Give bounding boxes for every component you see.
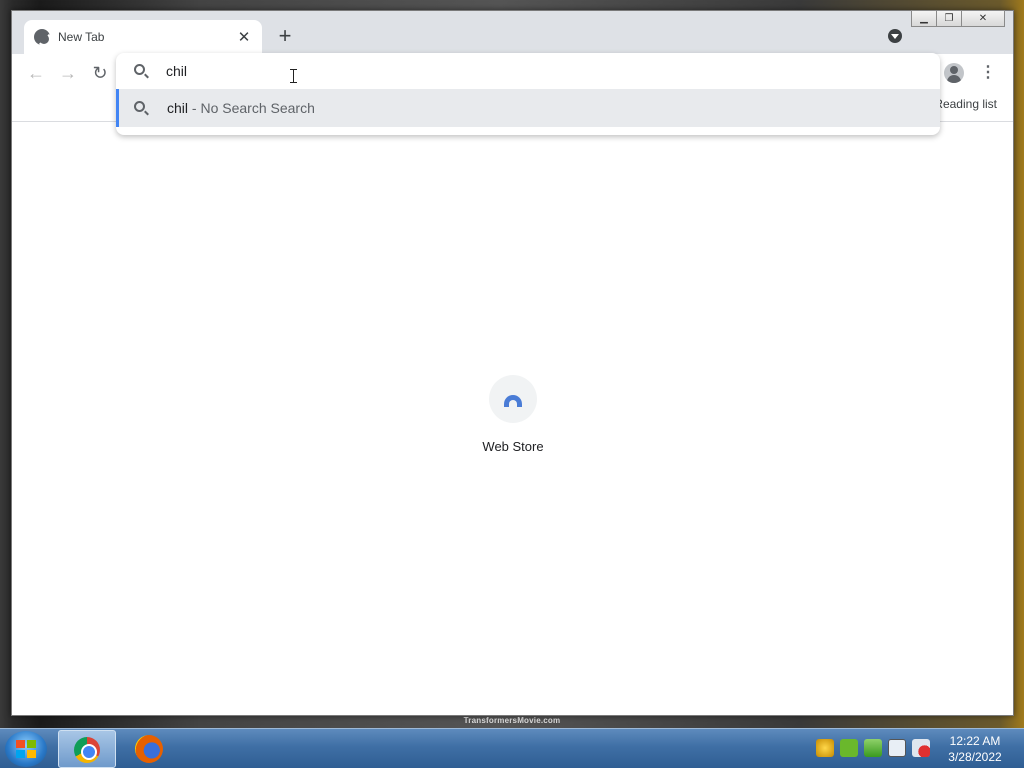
clock-time: 12:22 AM	[949, 734, 1001, 748]
omnibox-dropdown: chil - No Search Search	[116, 53, 940, 135]
security-icon[interactable]	[864, 739, 882, 757]
shortcut-label: Web Store	[482, 439, 544, 454]
web-store-icon	[504, 395, 522, 407]
omnibox-suggestion[interactable]: chil - No Search Search	[116, 89, 940, 127]
tab-new-tab[interactable]: New Tab ✕	[24, 20, 262, 54]
tab-search-icon[interactable]	[888, 29, 902, 43]
shortcut-tile	[489, 375, 537, 423]
shortcut-web-store[interactable]: Web Store	[472, 375, 554, 454]
maximize-button[interactable]: ❐	[936, 10, 962, 27]
windows-logo-icon	[16, 740, 36, 758]
volume-muted-icon[interactable]	[912, 739, 930, 757]
window-controls: ▁ ❐ ✕	[911, 10, 1005, 27]
forward-icon[interactable]: →	[56, 62, 80, 84]
taskbar: 12:22 AM 3/28/2022	[0, 728, 1024, 768]
globe-icon	[34, 29, 51, 46]
new-tab-button[interactable]: +	[273, 25, 297, 49]
network-icon[interactable]	[888, 739, 906, 757]
address-bar-input[interactable]	[166, 61, 866, 81]
clock-date: 3/28/2022	[948, 750, 1002, 764]
tab-close-icon[interactable]: ✕	[236, 28, 252, 46]
suggestion-text: chil - No Search Search	[167, 100, 315, 116]
back-icon[interactable]: ←	[24, 62, 48, 84]
minimize-button[interactable]: ▁	[911, 10, 937, 27]
tab-title: New Tab	[58, 30, 105, 44]
reload-icon[interactable]: ↻	[88, 62, 112, 84]
firefox-icon	[135, 735, 163, 763]
omnibox-row	[116, 53, 940, 89]
search-icon	[134, 101, 145, 112]
taskbar-firefox[interactable]	[120, 730, 178, 768]
system-tray	[816, 739, 930, 757]
notification-icon[interactable]	[816, 739, 834, 757]
start-button[interactable]	[5, 731, 47, 767]
suggestion-query: chil	[167, 100, 189, 116]
search-icon	[134, 64, 145, 75]
taskbar-chrome[interactable]	[58, 730, 116, 768]
menu-kebab-icon[interactable]: ⋮	[978, 63, 998, 83]
tab-strip: New Tab ✕ + ▁ ❐ ✕	[12, 10, 1013, 54]
chrome-icon	[74, 737, 100, 763]
window-close-button[interactable]: ✕	[961, 10, 1005, 27]
new-tab-page: Web Store	[12, 123, 1013, 715]
wallpaper-caption: TransformersMovie.com	[463, 716, 561, 725]
clock[interactable]: 12:22 AM 3/28/2022	[940, 733, 1010, 765]
utorrent-icon[interactable]	[840, 739, 858, 757]
profile-avatar-icon[interactable]	[944, 63, 964, 83]
mouse-cursor	[290, 69, 297, 83]
reading-list-button[interactable]: Reading list	[934, 97, 997, 111]
suggestion-description: - No Search Search	[188, 100, 315, 116]
